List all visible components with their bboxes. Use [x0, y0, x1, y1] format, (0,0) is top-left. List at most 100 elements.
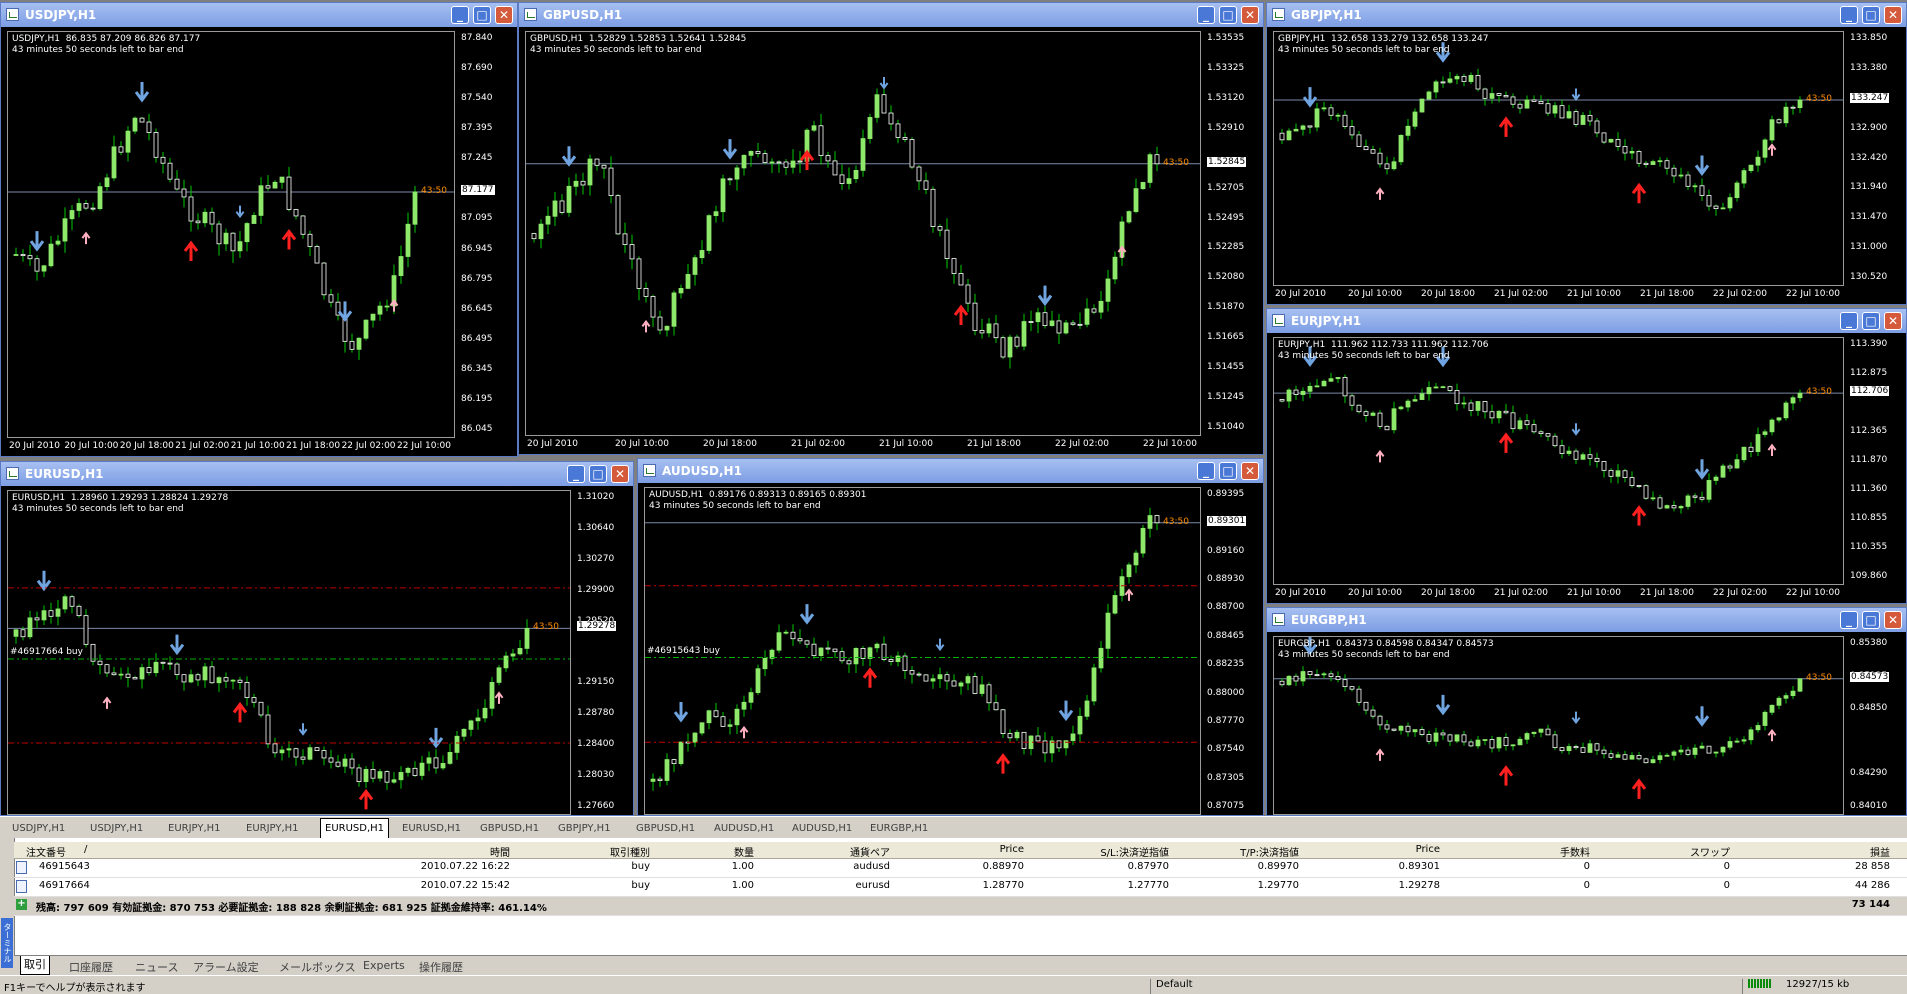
window-titlebar[interactable]: EURJPY,H1 _ □ ✕ — [1267, 309, 1906, 333]
close-button[interactable]: ✕ — [495, 6, 513, 24]
price-chart[interactable]: #46917664 buy EURUSD,H1 1.28960 1.29293 1… — [7, 490, 571, 815]
price-chart[interactable]: GBPJPY,H1 132.658 133.279 132.658 133.24… — [1273, 31, 1844, 286]
minimize-button[interactable]: _ — [1840, 611, 1858, 629]
terminal-tab[interactable]: アラーム設定 — [190, 959, 262, 975]
price-chart[interactable]: #46915643 buy AUDUSD,H1 0.89176 0.89313 0… — [644, 487, 1201, 815]
price-tick: 0.87075 — [1207, 801, 1245, 811]
col-profit[interactable]: 損益 — [1794, 844, 1890, 859]
chart-tab[interactable]: EURJPY,H1 — [242, 820, 303, 837]
chart-tab[interactable]: GBPUSD,H1 — [632, 820, 699, 837]
chart-window-eurjpy[interactable]: EURJPY,H1 _ □ ✕ EURJPY,H1 111.962 112.73… — [1266, 308, 1907, 604]
connection-bars-icon — [1748, 979, 1772, 988]
time-axis: 20 Jul 2010 20 Jul 10:00 20 Jul 18:00 21 Ju… — [525, 438, 1201, 452]
col-take-profit[interactable]: T/P:決済指値 — [1189, 844, 1299, 859]
price-chart[interactable]: EURJPY,H1 111.962 112.733 111.962 112.70… — [1273, 337, 1844, 585]
close-button[interactable]: ✕ — [611, 465, 629, 483]
candle-body — [328, 757, 334, 763]
chart-window-usdjpy[interactable]: USDJPY,H1 _ □ ✕ USDJPY,H1 86.835 87.209 … — [0, 2, 518, 457]
minimize-button[interactable]: _ — [1840, 312, 1858, 330]
candle-body — [1154, 154, 1160, 165]
window-titlebar[interactable]: USDJPY,H1 _ □ ✕ — [1, 3, 517, 27]
col-type[interactable]: 取引種別 — [554, 844, 650, 859]
chart-tab[interactable]: USDJPY,H1 — [8, 820, 69, 837]
col-order-id[interactable]: 注文番号 — [26, 844, 66, 859]
col-symbol[interactable]: 通貨ペア — [794, 844, 890, 859]
orders-table-header: 注文番号 / 時間 取引種別 数量 通貨ペア Price S/L:決済逆指値 T… — [14, 842, 1907, 859]
maximize-button[interactable]: □ — [1862, 6, 1880, 24]
close-button[interactable]: ✕ — [1884, 312, 1902, 330]
minimize-button[interactable]: _ — [567, 465, 585, 483]
window-titlebar[interactable]: GBPJPY,H1 _ □ ✕ — [1267, 3, 1906, 27]
candle-body — [314, 747, 320, 751]
maximize-button[interactable]: □ — [473, 6, 491, 24]
maximize-button[interactable]: □ — [1219, 6, 1237, 24]
maximize-button[interactable]: □ — [1219, 462, 1237, 480]
col-stop-loss[interactable]: S/L:決済逆指値 — [1049, 844, 1169, 859]
price-chart[interactable]: EURGBP,H1 0.84373 0.84598 0.84347 0.8457… — [1273, 636, 1844, 815]
chart-tab[interactable]: EURUSD,H1 — [320, 818, 390, 838]
window-titlebar[interactable]: EURGBP,H1 _ □ ✕ — [1267, 608, 1906, 632]
price-chart[interactable]: GBPUSD,H1 1.52829 1.52853 1.52641 1.5284… — [525, 31, 1201, 436]
col-current-price[interactable]: Price — [1344, 844, 1440, 855]
maximize-button[interactable]: □ — [1862, 611, 1880, 629]
col-commission[interactable]: 手数料 — [1494, 844, 1590, 859]
chart-tab[interactable]: AUDUSD,H1 — [710, 820, 778, 837]
col-size[interactable]: 数量 — [674, 844, 754, 859]
chart-window-gbpjpy[interactable]: GBPJPY,H1 _ □ ✕ GBPJPY,H1 132.658 133.27… — [1266, 2, 1907, 305]
chart-tab[interactable]: EURUSD,H1 — [398, 820, 465, 837]
candle-body — [1412, 111, 1418, 127]
price-tick: 0.88700 — [1207, 602, 1245, 613]
candle-body — [48, 243, 54, 267]
chart-window-eurgbp[interactable]: EURGBP,H1 _ □ ✕ EURGBP,H1 0.84373 0.8459… — [1266, 607, 1907, 816]
order-row[interactable]: 46915643 2010.07.22 16:22 buy 1.00 audus… — [14, 859, 1907, 878]
chart-tab[interactable]: EURGBP,H1 — [866, 820, 932, 837]
maximize-button[interactable]: □ — [1862, 312, 1880, 330]
chart-tab[interactable]: GBPJPY,H1 — [554, 820, 615, 837]
close-button[interactable]: ✕ — [1241, 462, 1259, 480]
candle-body — [132, 117, 138, 132]
candle-body — [664, 759, 670, 781]
terminal-tab[interactable]: ニュース — [132, 959, 181, 975]
terminal-tab[interactable]: 取引 — [20, 956, 50, 975]
chart-tab[interactable]: USDJPY,H1 — [86, 820, 147, 837]
window-titlebar[interactable]: EURUSD,H1 _ □ ✕ — [1, 462, 633, 486]
candle-body — [209, 666, 215, 684]
candle-body — [615, 195, 621, 235]
chart-tab[interactable]: GBPUSD,H1 — [476, 820, 543, 837]
close-button[interactable]: ✕ — [1884, 611, 1902, 629]
terminal-tab[interactable]: 口座履歴 — [66, 959, 116, 975]
terminal-tab[interactable]: 操作履歴 — [416, 959, 466, 975]
chart-window-audusd[interactable]: AUDUSD,H1 _ □ ✕ #46915643 buy AUDUSD,H1 0… — [637, 458, 1264, 816]
order-row[interactable]: 46917664 2010.07.22 15:42 buy 1.00 eurus… — [14, 878, 1907, 897]
close-button[interactable]: ✕ — [1241, 6, 1259, 24]
candle-body — [650, 778, 656, 782]
chart-tab[interactable]: EURJPY,H1 — [164, 820, 225, 837]
maximize-button[interactable]: □ — [589, 465, 607, 483]
price-tick: 0.88000 — [1207, 687, 1245, 698]
close-button[interactable]: ✕ — [1884, 6, 1902, 24]
chart-header: GBPJPY,H1 132.658 133.279 132.658 133.24… — [1278, 34, 1489, 56]
candle-body — [671, 292, 677, 327]
col-swap[interactable]: スワップ — [1634, 844, 1730, 859]
chart-window-gbpusd[interactable]: GBPUSD,H1 _ □ ✕ GBPUSD,H1 1.52829 1.5285… — [518, 2, 1264, 455]
candle-body — [916, 166, 922, 182]
minimize-button[interactable]: _ — [1197, 462, 1215, 480]
price-chart[interactable]: USDJPY,H1 86.835 87.209 86.826 87.177 43 … — [7, 31, 455, 438]
candle-body — [195, 674, 201, 681]
col-open-price[interactable]: Price — [944, 844, 1024, 855]
chart-window-eurusd[interactable]: EURUSD,H1 _ □ ✕ #46917664 buy EURUSD,H1 1… — [0, 461, 634, 816]
candle-body — [321, 750, 327, 759]
chart-tab[interactable]: AUDUSD,H1 — [788, 820, 856, 837]
minimize-button[interactable]: _ — [1197, 6, 1215, 24]
col-time[interactable]: 時間 — [414, 844, 510, 859]
candle-body — [790, 160, 796, 168]
candle-body — [531, 233, 537, 240]
minimize-button[interactable]: _ — [451, 6, 469, 24]
minimize-button[interactable]: _ — [1840, 6, 1858, 24]
terminal-tab[interactable]: Experts — [360, 959, 408, 972]
window-titlebar[interactable]: AUDUSD,H1 _ □ ✕ — [638, 459, 1263, 483]
window-titlebar[interactable]: GBPUSD,H1 _ □ ✕ — [519, 3, 1263, 27]
current-price-label: 87.177 — [461, 184, 495, 195]
chart-window-icon — [6, 467, 19, 480]
terminal-tab[interactable]: メールボックス — [276, 959, 359, 975]
